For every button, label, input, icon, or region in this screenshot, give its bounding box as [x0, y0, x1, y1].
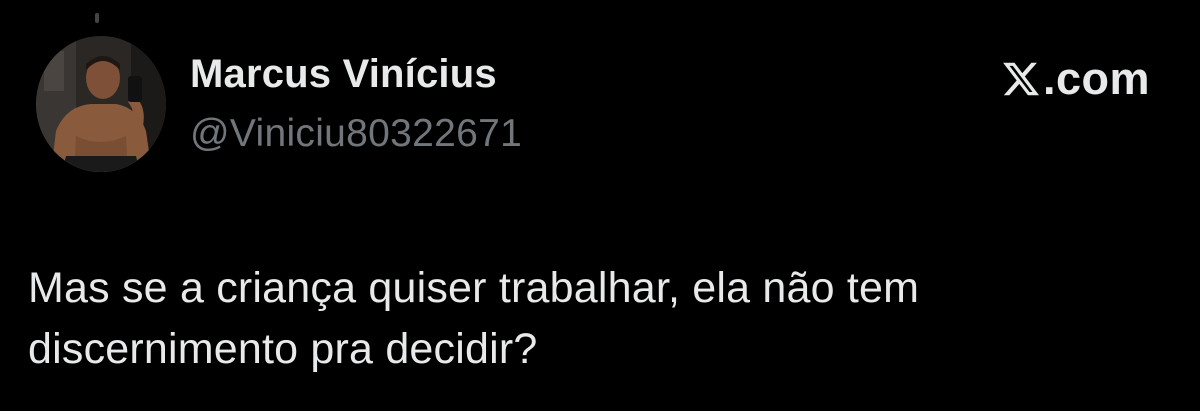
author-handle[interactable]: @Viniciu80322671	[190, 112, 522, 156]
status-dot	[95, 13, 99, 23]
brand-domain-text: .com	[1042, 53, 1150, 104]
tweet-text: Mas se a criança quiser trabalhar, ela n…	[28, 258, 1168, 380]
tweet-text-line: discernimento pra decidir?	[28, 325, 538, 373]
avatar-photo	[36, 36, 166, 172]
tweet-text-line: Mas se a criança quiser trabalhar, ela n…	[28, 264, 920, 312]
x-logo-icon	[1003, 62, 1040, 95]
author-display-name[interactable]: Marcus Vinícius	[190, 52, 497, 97]
avatar[interactable]	[36, 36, 166, 172]
x-brand-watermark: .com	[1001, 56, 1150, 101]
tweet-card: Marcus Vinícius @Viniciu80322671 .com Ma…	[0, 0, 1200, 411]
